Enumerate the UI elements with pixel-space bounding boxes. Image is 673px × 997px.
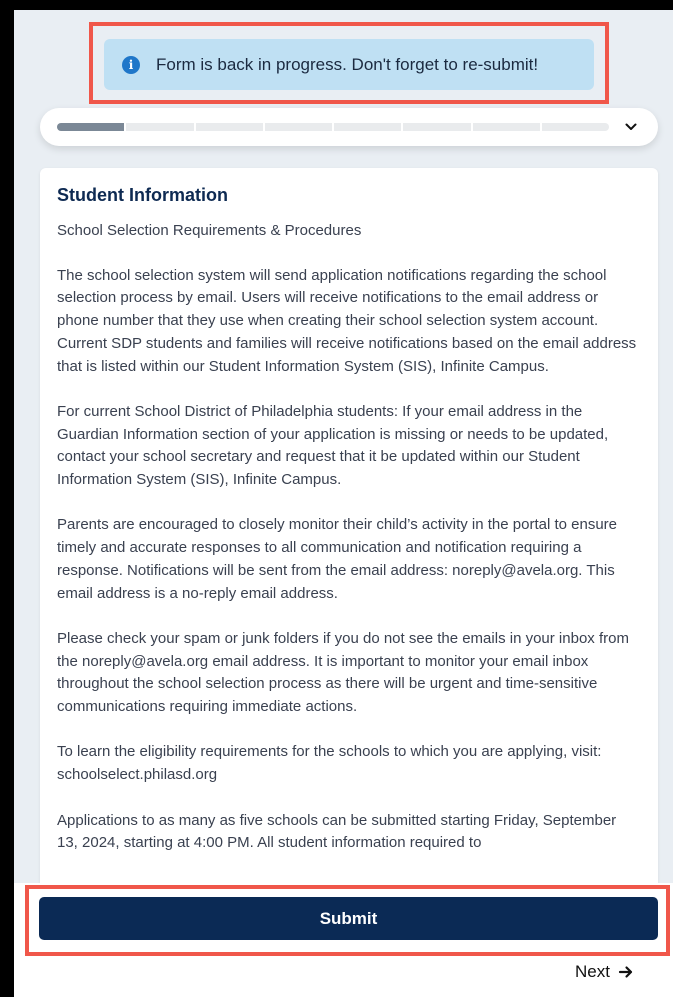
paragraph-current-students: For current School District of Philadelp… [57, 402, 609, 489]
progress-segment [541, 123, 609, 131]
student-information-card: Student Information School Selection Req… [40, 168, 658, 928]
paragraph-eligibility: To learn the eligibility requirements fo… [57, 743, 602, 784]
progress-segment [334, 123, 402, 131]
submit-highlight-box [25, 885, 670, 956]
section-title: Student Information [57, 185, 228, 205]
paragraph-parents: Parents are encouraged to closely monito… [57, 516, 618, 602]
page-frame: i Form is back in progress. Don't forget… [14, 10, 673, 997]
paragraph-notifications: The school selection system will send ap… [57, 266, 637, 375]
chevron-down-icon[interactable] [624, 120, 638, 134]
section-subtitle: School Selection Requirements & Procedur… [57, 222, 362, 239]
progress-card[interactable] [40, 108, 658, 146]
alert-highlight-box [89, 22, 609, 104]
next-label: Next [575, 962, 610, 981]
arrow-right-icon [618, 966, 633, 978]
progress-segment [195, 123, 263, 131]
progress-segment [472, 123, 540, 131]
progress-segment [264, 123, 332, 131]
progress-segment [403, 123, 471, 131]
paragraph-spam: Please check your spam or junk folders i… [57, 629, 629, 716]
progress-segment-complete [57, 123, 125, 131]
progress-segment [126, 123, 194, 131]
progress-bar [57, 123, 609, 131]
paragraph-applications: Applications to as many as five schools … [57, 811, 617, 852]
next-button[interactable]: Next [575, 960, 634, 984]
